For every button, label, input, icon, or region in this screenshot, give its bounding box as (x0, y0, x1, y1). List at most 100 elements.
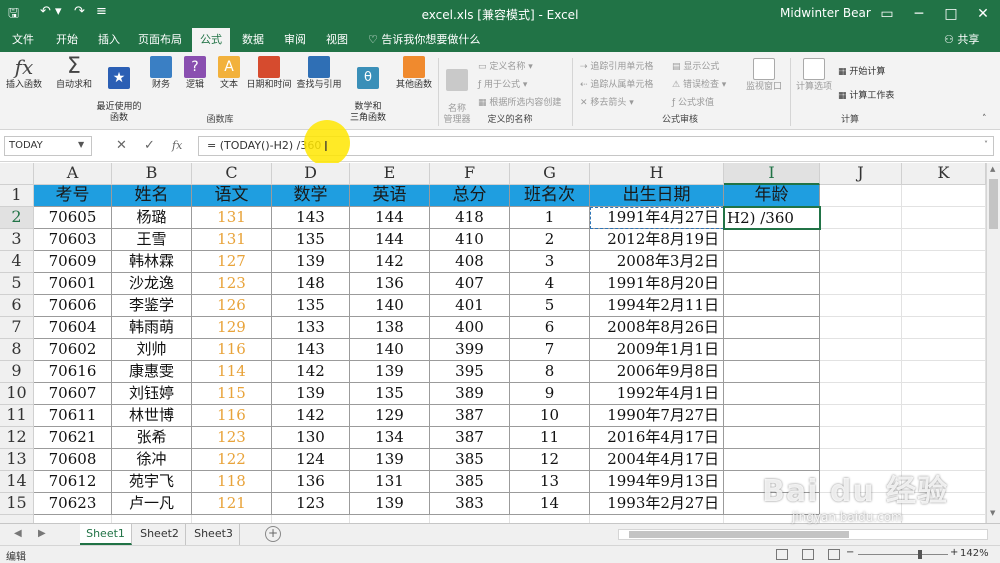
empty-cell[interactable] (902, 185, 986, 207)
error-checking-button[interactable]: ⚠ 错误检查 ▾ (672, 77, 726, 90)
tab-formulas[interactable]: 公式 (192, 28, 230, 52)
table-cell[interactable]: 9 (510, 383, 590, 405)
row-header[interactable]: 15 (0, 493, 34, 515)
table-cell[interactable]: 70611 (34, 405, 112, 427)
table-cell[interactable]: 14 (510, 493, 590, 515)
date-time-button[interactable]: 日期和时间 (244, 56, 294, 91)
select-all-corner[interactable] (0, 163, 34, 185)
add-sheet-button[interactable]: + (265, 526, 281, 542)
table-cell[interactable]: 400 (430, 317, 510, 339)
evaluate-formula-button[interactable]: ƒ 公式求值 (672, 95, 714, 108)
calculation-options-button[interactable]: 计算选项 (792, 58, 836, 93)
table-cell[interactable]: 1 (510, 207, 590, 229)
name-manager-button[interactable]: 名称 管理器 (440, 58, 474, 126)
empty-cell[interactable] (510, 515, 590, 523)
table-cell[interactable]: 70601 (34, 273, 112, 295)
empty-cell[interactable] (724, 339, 820, 361)
zoom-slider[interactable] (858, 554, 948, 555)
empty-cell[interactable] (724, 383, 820, 405)
empty-cell[interactable] (192, 515, 272, 523)
row-header[interactable] (0, 515, 34, 523)
table-cell[interactable]: 12 (510, 449, 590, 471)
table-cell[interactable]: 387 (430, 405, 510, 427)
table-cell[interactable]: 123 (192, 273, 272, 295)
table-cell[interactable]: 131 (192, 207, 272, 229)
table-cell[interactable]: 140 (350, 339, 430, 361)
tell-me-search[interactable]: ♡ 告诉我你想要做什么 (368, 28, 480, 52)
table-cell[interactable]: 126 (192, 295, 272, 317)
lookup-reference-button[interactable]: 查找与引用 (294, 56, 344, 91)
table-cell[interactable]: 1994年9月13日 (590, 471, 724, 493)
row-header[interactable]: 7 (0, 317, 34, 339)
row-header[interactable]: 9 (0, 361, 34, 383)
empty-cell[interactable] (272, 515, 350, 523)
zoom-out-icon[interactable]: − (846, 547, 854, 558)
table-cell[interactable]: 2004年4月17日 (590, 449, 724, 471)
table-cell[interactable]: 116 (192, 339, 272, 361)
table-cell[interactable]: 70604 (34, 317, 112, 339)
empty-cell[interactable] (820, 383, 902, 405)
empty-cell[interactable] (724, 427, 820, 449)
table-cell[interactable]: 418 (430, 207, 510, 229)
table-cell[interactable]: 1991年8月20日 (590, 273, 724, 295)
page-layout-view-icon[interactable] (802, 549, 814, 560)
table-cell[interactable]: 407 (430, 273, 510, 295)
logical-button[interactable]: ? 逻辑 (180, 56, 210, 91)
table-cell[interactable]: 11 (510, 427, 590, 449)
empty-cell[interactable] (902, 273, 986, 295)
row-header[interactable]: 6 (0, 295, 34, 317)
table-cell[interactable]: 6 (510, 317, 590, 339)
row-header[interactable]: 2 (0, 207, 34, 229)
table-cell[interactable]: 2006年9月8日 (590, 361, 724, 383)
table-cell[interactable]: 70605 (34, 207, 112, 229)
row-header[interactable]: 8 (0, 339, 34, 361)
empty-cell[interactable] (350, 515, 430, 523)
table-cell[interactable]: 2012年8月19日 (590, 229, 724, 251)
zoom-in-icon[interactable]: + (950, 547, 958, 558)
table-cell[interactable]: 70609 (34, 251, 112, 273)
table-cell[interactable]: 5 (510, 295, 590, 317)
text-button[interactable]: A 文本 (214, 56, 244, 91)
user-name[interactable]: Midwinter Bear (780, 6, 871, 20)
empty-cell[interactable] (902, 229, 986, 251)
tab-file[interactable]: 文件 (6, 28, 40, 52)
empty-cell[interactable] (724, 361, 820, 383)
table-cell[interactable]: 刘帅 (112, 339, 192, 361)
table-cell[interactable]: 142 (350, 251, 430, 273)
empty-cell[interactable] (34, 515, 112, 523)
column-header-a[interactable]: A (34, 163, 112, 185)
empty-cell[interactable] (112, 515, 192, 523)
column-header-f[interactable]: F (430, 163, 510, 185)
empty-cell[interactable] (820, 427, 902, 449)
scroll-thumb[interactable] (629, 531, 849, 538)
table-cell[interactable]: 385 (430, 471, 510, 493)
table-cell[interactable]: 135 (272, 295, 350, 317)
sheet-tab-sheet1[interactable]: Sheet1 (80, 524, 132, 545)
table-cell[interactable]: 143 (272, 339, 350, 361)
insert-function-button[interactable]: fx 插入函数 (2, 56, 46, 91)
empty-cell[interactable] (902, 405, 986, 427)
table-cell[interactable]: 8 (510, 361, 590, 383)
table-cell[interactable]: 123 (272, 493, 350, 515)
empty-cell[interactable] (820, 295, 902, 317)
empty-cell[interactable] (820, 339, 902, 361)
table-cell[interactable]: 70607 (34, 383, 112, 405)
tab-page-layout[interactable]: 页面布局 (134, 28, 186, 52)
header-cell[interactable]: 考号 (34, 185, 112, 207)
table-cell[interactable]: 131 (350, 471, 430, 493)
header-cell[interactable]: 数学 (272, 185, 350, 207)
next-sheet-icon[interactable]: ▶ (38, 528, 46, 539)
table-cell[interactable]: 70608 (34, 449, 112, 471)
table-cell[interactable]: 139 (350, 361, 430, 383)
column-header-k[interactable]: K (902, 163, 986, 185)
table-cell[interactable]: 135 (350, 383, 430, 405)
table-cell[interactable]: 2009年1月1日 (590, 339, 724, 361)
row-header[interactable]: 1 (0, 185, 34, 207)
table-cell[interactable]: 121 (192, 493, 272, 515)
empty-cell[interactable] (902, 251, 986, 273)
empty-cell[interactable] (902, 295, 986, 317)
tab-home[interactable]: 开始 (50, 28, 84, 52)
table-cell[interactable]: 李鉴学 (112, 295, 192, 317)
header-cell[interactable]: 英语 (350, 185, 430, 207)
row-header[interactable]: 10 (0, 383, 34, 405)
